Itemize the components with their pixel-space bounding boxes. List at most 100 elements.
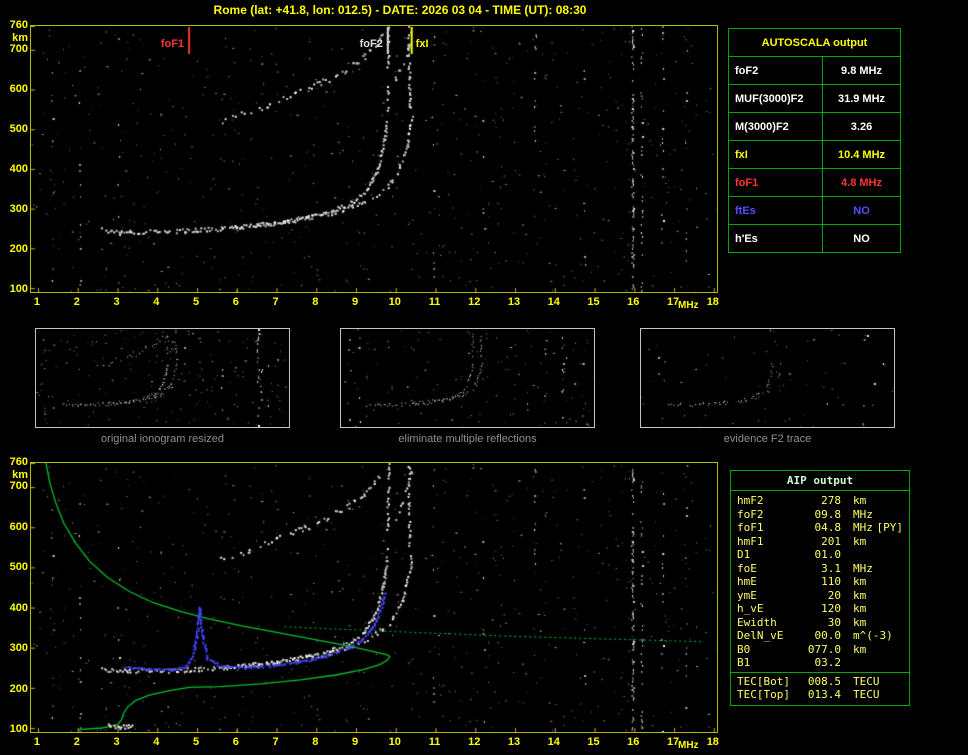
aip-row-label: hmF2 — [737, 494, 764, 507]
top-y-tick-760: 760 — [9, 19, 28, 31]
bottom-y-unit: km — [12, 469, 28, 481]
bottom-x-tick-5: 5 — [192, 736, 200, 748]
aip-row-14: TEC[Top] 013.4 TECU — [731, 688, 909, 702]
aip-row-value: 013.4 — [807, 688, 841, 701]
marker-label-2: fxI — [415, 38, 429, 50]
bottom-x-tick-4: 4 — [153, 736, 160, 748]
aip-row-value: 077.0 — [807, 642, 841, 656]
top-x-tick-12: 12 — [468, 296, 481, 308]
aip-row-1: foF2 09.8 MHz — [731, 508, 909, 522]
bottom-y-tick-600: 600 — [9, 520, 28, 533]
bottom-x-tick-12: 12 — [468, 736, 481, 748]
autoscala-row-value: 4.8 MHz — [822, 168, 901, 197]
bottom-x-tick-7: 7 — [272, 736, 279, 748]
aip-row-label: DelN_vE — [737, 629, 784, 642]
bottom-x-tick-9: 9 — [351, 736, 359, 748]
top-x-tick-16: 16 — [627, 296, 640, 308]
bottom-x-tick-14: 14 — [547, 736, 560, 748]
aip-row-value: 110 — [821, 575, 841, 588]
autoscala-row-label: foF2 — [728, 56, 823, 85]
top-ionogram-canvas — [31, 26, 717, 292]
autoscala-output-table: AUTOSCALA output foF2 9.8 MHz MUF(3000)F2 31… — [728, 28, 901, 253]
autoscala-row-value: 31.9 MHz — [822, 84, 901, 113]
aip-row-4: D1 01.0 — [731, 548, 909, 562]
aip-row-unit: MHz — [853, 521, 873, 534]
top-y-tick-300: 300 — [9, 203, 28, 215]
aip-row-value: 120 — [821, 602, 841, 615]
autoscala-row-value: 9.8 MHz — [822, 56, 901, 85]
aip-row-label: B1 — [737, 656, 751, 669]
top-y-tick-600: 600 — [9, 83, 28, 95]
aip-row-unit: km — [853, 534, 867, 548]
bottom-x-unit: MHz — [678, 740, 699, 751]
aip-row-7: ymE 20 km — [731, 589, 909, 603]
bottom-y-tick-100: 100 — [9, 722, 28, 735]
aip-row-value: 09.8 — [814, 507, 842, 521]
aip-row-label: Ewidth — [737, 615, 777, 629]
bottom-y-tick-300: 300 — [9, 642, 28, 655]
top-y-tick-100: 100 — [9, 283, 28, 295]
top-x-unit: MHz — [678, 300, 699, 311]
aip-row-unit — [841, 548, 903, 562]
aip-row-label: foF2 — [737, 507, 764, 521]
bottom-y-tick-500: 500 — [9, 561, 28, 574]
top-x-tick-3: 3 — [113, 296, 120, 308]
aip-row-label: hmE — [737, 575, 757, 588]
top-x-tick-2: 2 — [73, 296, 80, 308]
aip-row-9: Ewidth 30 km — [731, 616, 909, 630]
aip-row-label: B0 — [737, 642, 751, 656]
bottom-x-tick-8: 8 — [312, 736, 319, 748]
bottom-x-tick-6: 6 — [232, 736, 239, 748]
aip-row-unit: km — [853, 642, 867, 656]
top-ionogram-plot — [30, 25, 718, 293]
aip-row-unit: km — [853, 615, 867, 629]
autoscala-row-value: 3.26 — [822, 112, 901, 141]
autoscala-row-label: h'Es — [728, 224, 823, 253]
bottom-y-tick-400: 400 — [9, 601, 28, 614]
aip-row-value: 3.1 — [821, 561, 841, 575]
aip-separator — [731, 671, 909, 673]
thumbnail-caption-2: eliminate multiple reflections — [398, 433, 537, 445]
aip-row-10: DelN_vE 00.0 m^(-3) — [731, 629, 909, 643]
aip-row-unit: km — [853, 602, 867, 615]
aip-row-label: ymE — [737, 588, 757, 602]
thumbnail-3 — [640, 328, 895, 428]
bottom-x-tick-3: 3 — [113, 736, 120, 748]
autoscala-row-label: fxI — [728, 140, 823, 169]
bottom-y-tick-700: 700 — [9, 480, 28, 493]
autoscala-row-label: ftEs — [728, 196, 823, 225]
aip-row-value: 278 — [821, 494, 841, 507]
aip-row-unit: TECU — [853, 674, 880, 688]
top-x-tick-18: 18 — [706, 296, 719, 308]
aip-row-label: TEC[Top] — [737, 688, 790, 701]
marker-label-1: foF2 — [359, 38, 383, 50]
bottom-ionogram-canvas — [31, 463, 717, 732]
aip-row-label: D1 — [737, 548, 751, 561]
top-x-tick-7: 7 — [272, 296, 279, 308]
aip-row-unit: MHz — [853, 507, 873, 521]
top-x-tick-14: 14 — [547, 296, 560, 308]
autoscala-row-value: NO — [822, 196, 901, 225]
thumbnail-1 — [35, 328, 290, 428]
page-title: Rome (lat: +41.8, lon: 012.5) - DATE: 20… — [213, 3, 587, 17]
aip-row-value: 30 — [827, 615, 841, 629]
aip-row-unit — [841, 656, 903, 670]
top-x-tick-9: 9 — [351, 296, 359, 308]
thumbnail-2 — [340, 328, 595, 428]
thumbnail-caption-3: evidence F2 trace — [723, 433, 812, 445]
autoscala-row-label: MUF(3000)F2 — [728, 84, 823, 113]
autoscala-row-value: 10.4 MHz — [822, 140, 901, 169]
autoscala-app: Rome (lat: +41.8, lon: 012.5) - DATE: 20… — [0, 0, 968, 755]
aip-row-5: foE 3.1 MHz — [731, 562, 909, 576]
autoscala-row-6: h'Es NO — [728, 224, 901, 253]
aip-row-label: hmF1 — [737, 534, 764, 548]
top-x-tick-15: 15 — [587, 296, 600, 308]
aip-row-2: foF1 04.8 MHz [PY] — [731, 521, 909, 535]
thumbnail-canvas-3 — [641, 329, 894, 427]
aip-row-unit: TECU — [853, 688, 880, 701]
autoscala-table-header: AUTOSCALA output — [728, 28, 901, 57]
aip-row-value: 20 — [827, 588, 841, 602]
bottom-x-tick-10: 10 — [388, 736, 401, 748]
aip-row-8: h_vE 120 km — [731, 602, 909, 616]
aip-row-6: hmE 110 km — [731, 575, 909, 589]
